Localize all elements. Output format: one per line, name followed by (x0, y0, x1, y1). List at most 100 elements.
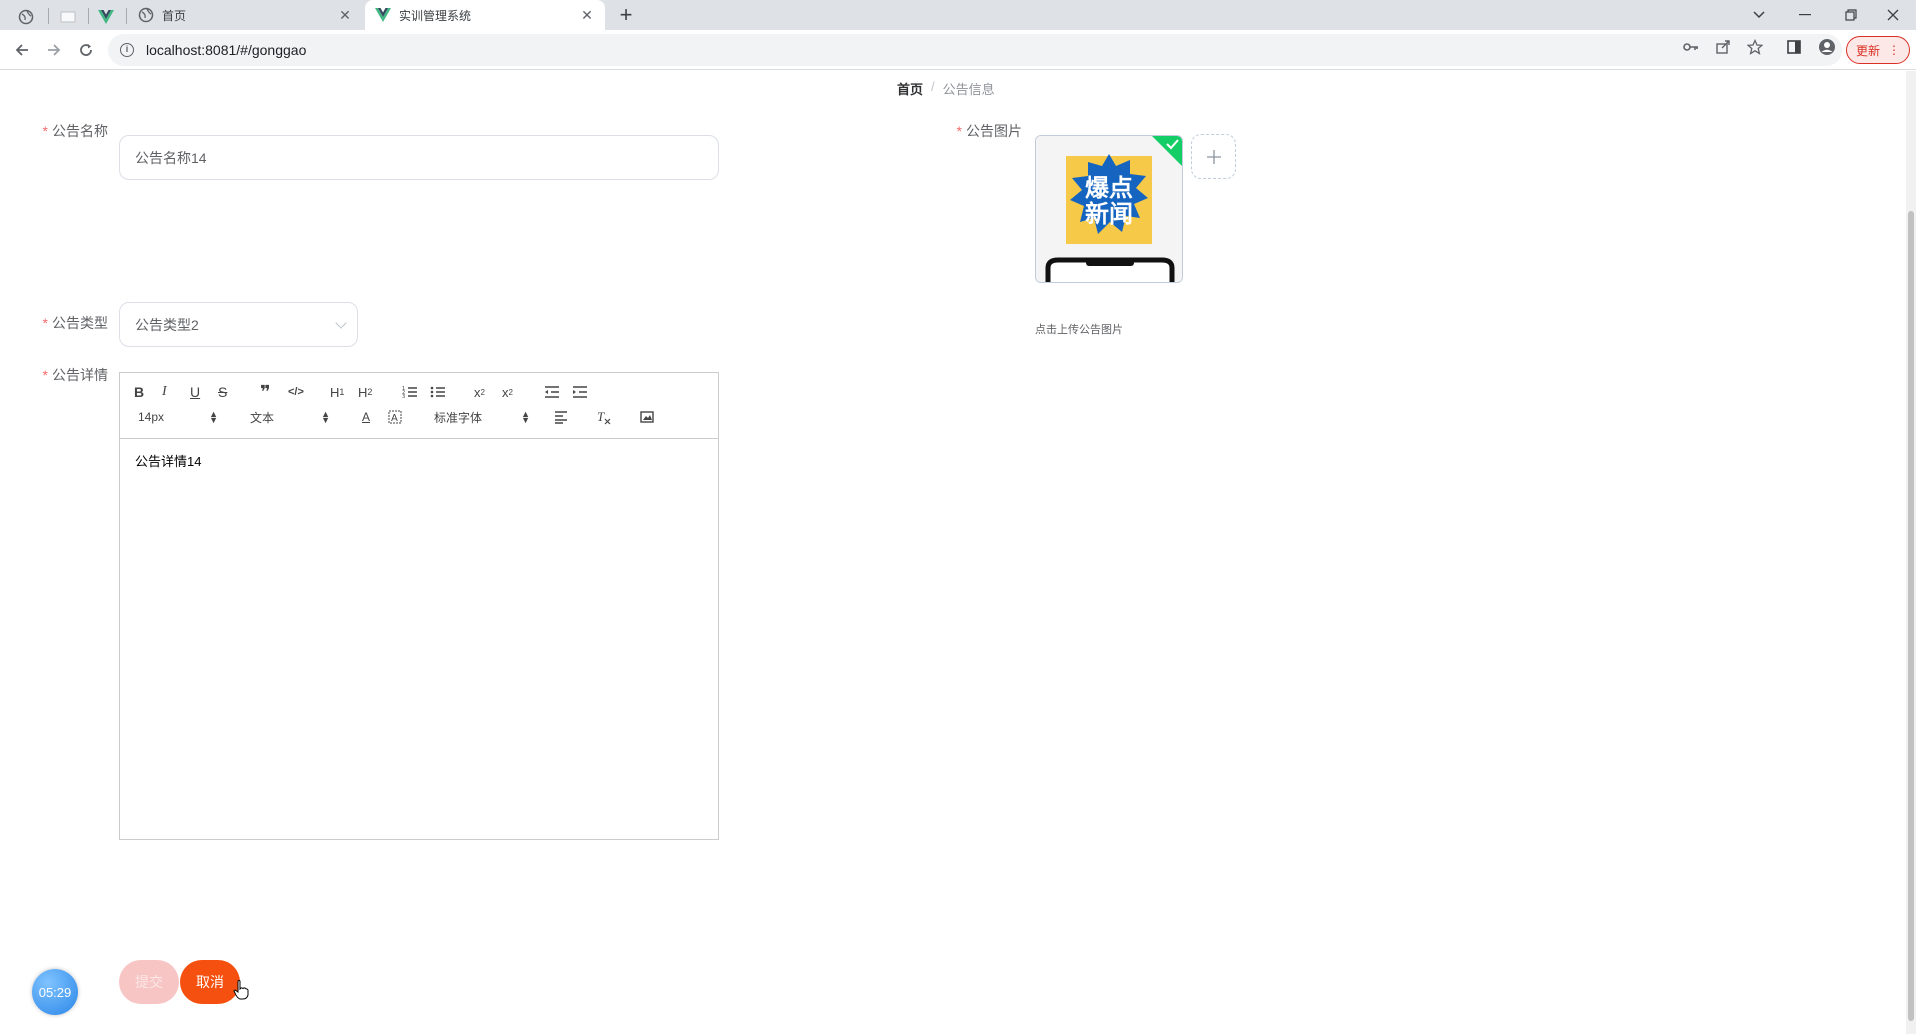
site-info-icon[interactable]: i (120, 43, 134, 57)
upload-tip: 点击上传公告图片 (1035, 324, 1123, 336)
reload-icon (80, 44, 92, 56)
bullet-list-icon[interactable] (430, 383, 446, 401)
align-left-icon[interactable] (554, 408, 568, 426)
close-window-button[interactable] (1870, 0, 1916, 30)
svg-text:A: A (391, 413, 398, 424)
scrollbar-thumb[interactable] (1908, 211, 1914, 1021)
browser-toolbar: i localhost:8081/#/gonggao 更新 ⋮ (0, 30, 1916, 70)
submit-button[interactable]: 提交 (119, 960, 179, 1004)
code-block-icon[interactable]: </> (288, 383, 304, 401)
vue-logo-icon (375, 8, 391, 22)
chevron-down-icon (335, 317, 347, 329)
globe-icon (18, 9, 34, 24)
editor-toolbar: B I U S ❞ </> H1 H2 123 x2 x2 14px ▲ ▼ 文… (120, 373, 718, 439)
plus-icon (1206, 149, 1221, 164)
restore-button[interactable] (1828, 0, 1874, 30)
paragraph-select[interactable]: 文本 ▲ ▼ (250, 408, 330, 426)
password-key-icon[interactable] (1682, 38, 1700, 56)
name-input[interactable]: 公告名称14 (119, 135, 719, 180)
svg-text:T: T (597, 409, 605, 424)
type-select[interactable]: 公告类型2 (119, 302, 358, 347)
breadcrumb-home[interactable]: 首页 (897, 79, 923, 98)
arrow-left-icon (15, 44, 28, 56)
minimize-button[interactable] (1782, 0, 1828, 30)
subscript-icon[interactable]: x2 (474, 383, 485, 401)
breadcrumb-separator: / (931, 79, 935, 94)
tab-system[interactable]: 实训管理系统 ✕ (365, 0, 605, 30)
blank-page-icon (60, 11, 76, 22)
required-mark: * (42, 315, 48, 331)
breadcrumb-current: 公告信息 (942, 82, 995, 97)
underline-icon[interactable]: U (190, 383, 200, 401)
updown-arrow-icon: ▲ ▼ (521, 409, 530, 425)
clear-format-icon[interactable]: T (596, 408, 612, 426)
share-icon[interactable] (1714, 38, 1732, 56)
rich-text-editor[interactable]: B I U S ❞ </> H1 H2 123 x2 x2 14px ▲ ▼ 文… (119, 372, 719, 840)
name-label-text: 公告名称 (52, 123, 108, 139)
more-vert-icon: ⋮ (1888, 43, 1900, 57)
news-image-text-line2: 新闻 (1085, 200, 1133, 228)
uploaded-image-thumb[interactable]: 爆点 新闻 (1035, 135, 1183, 283)
page-content: 首页 / 公告信息 * 公告名称 公告名称14 * 公告图片 爆点 新闻 点击上传公… (0, 71, 1906, 1034)
font-color-icon[interactable]: A (362, 408, 370, 426)
page-scrollbar[interactable] (1906, 71, 1916, 1034)
bold-icon[interactable]: B (134, 383, 144, 401)
type-label: * 公告类型 (30, 313, 108, 333)
paragraph-value: 文本 (250, 410, 275, 425)
editor-content[interactable]: 公告详情14 (120, 439, 718, 482)
blockquote-icon[interactable]: ❞ (260, 382, 271, 402)
required-mark: * (42, 123, 48, 139)
restore-icon (1845, 9, 1857, 21)
side-panel-icon[interactable] (1785, 38, 1803, 56)
news-image-text-line1: 爆点 (1085, 174, 1133, 202)
tab-home[interactable]: 首页 ✕ (128, 0, 363, 30)
pinned-tab-blank[interactable] (50, 3, 86, 30)
outdent-icon[interactable] (544, 383, 560, 401)
heading1-icon[interactable]: H1 (330, 383, 344, 401)
font-family-value: 标准字体 (434, 410, 483, 425)
tab-close-icon[interactable]: ✕ (337, 7, 353, 23)
strikethrough-icon[interactable]: S (218, 383, 227, 401)
update-label: 更新 (1855, 43, 1880, 58)
new-tab-button[interactable]: + (612, 2, 640, 28)
bookmark-star-icon[interactable] (1746, 38, 1764, 56)
pinned-tab-globe[interactable] (8, 3, 44, 30)
upload-success-badge (1152, 136, 1182, 166)
name-input-value: 公告名称14 (135, 149, 207, 166)
updown-arrow-icon: ▲ ▼ (321, 409, 330, 425)
add-image-button[interactable] (1191, 134, 1236, 179)
update-button[interactable]: 更新 ⋮ (1846, 36, 1910, 64)
pinned-tab-vue[interactable] (88, 3, 124, 30)
tab-separator (126, 8, 127, 24)
chevron-down-icon (1753, 11, 1765, 19)
editor-paragraph: 公告详情14 (135, 454, 202, 469)
countdown-timer[interactable]: 05:29 (32, 969, 78, 1015)
heading2-icon[interactable]: H2 (358, 383, 372, 401)
breadcrumb: 首页 / 公告信息 (897, 79, 995, 98)
profile-avatar-icon[interactable] (1818, 38, 1836, 56)
cancel-button[interactable]: 取消 (180, 960, 240, 1004)
font-family-select[interactable]: 标准字体 ▲ ▼ (434, 408, 530, 426)
detail-label: * 公告详情 (30, 365, 108, 385)
close-icon (1887, 9, 1899, 21)
image-insert-icon[interactable] (640, 408, 654, 426)
vue-logo-icon (98, 9, 114, 24)
browser-tab-bar: 首页 ✕ 实训管理系统 ✕ + (0, 0, 1916, 30)
address-bar[interactable]: i localhost:8081/#/gonggao (108, 34, 1842, 66)
hand-cursor-icon (233, 980, 249, 1005)
updown-arrow-icon: ▲ ▼ (209, 409, 218, 425)
background-color-icon[interactable]: A (388, 408, 402, 426)
indent-icon[interactable] (572, 383, 588, 401)
italic-icon[interactable]: I (162, 383, 167, 401)
superscript-icon[interactable]: x2 (502, 383, 513, 401)
tab-search-button[interactable] (1736, 0, 1782, 30)
forward-button[interactable] (40, 36, 68, 64)
ordered-list-icon[interactable]: 123 (402, 383, 418, 401)
tab-title: 首页 (162, 8, 187, 23)
type-select-value: 公告类型2 (135, 316, 199, 333)
font-size-select[interactable]: 14px ▲ ▼ (138, 408, 218, 426)
reload-button[interactable] (72, 36, 100, 64)
back-button[interactable] (8, 36, 36, 64)
arrow-right-icon (48, 44, 61, 56)
tab-close-icon[interactable]: ✕ (579, 7, 595, 23)
